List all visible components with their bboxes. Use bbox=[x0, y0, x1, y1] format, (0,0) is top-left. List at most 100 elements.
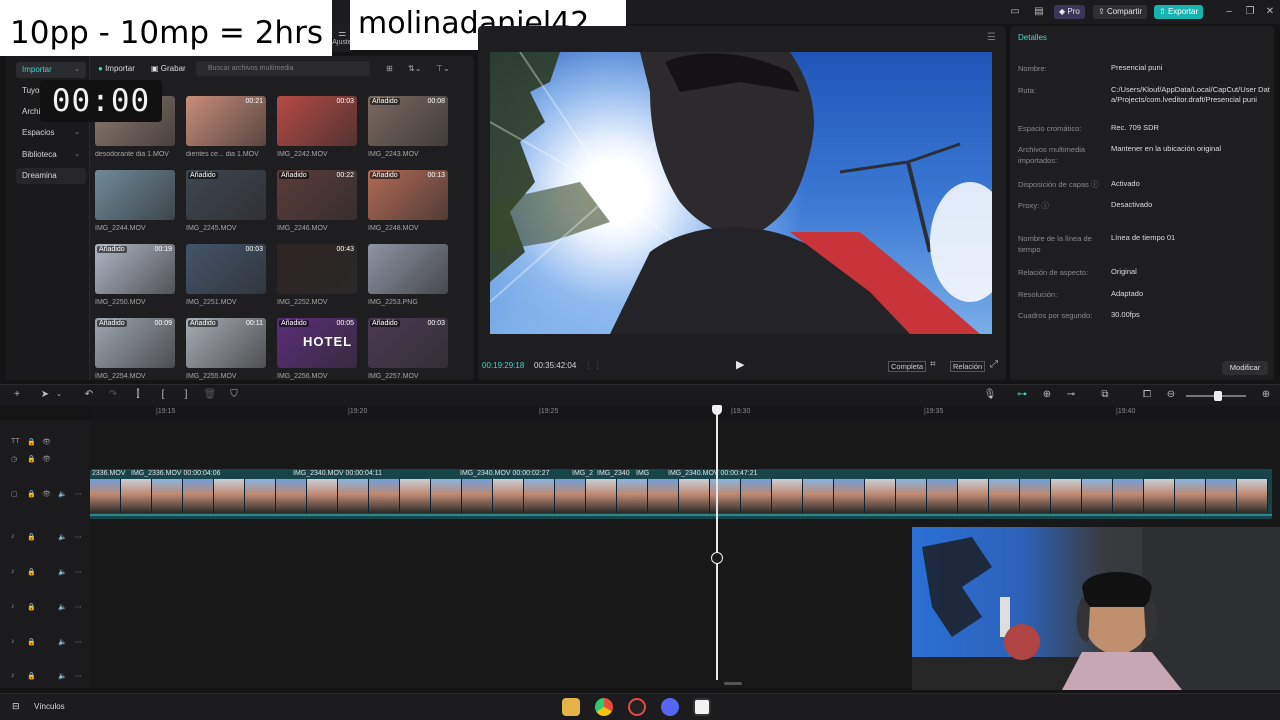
play-icon[interactable]: ▶ bbox=[736, 358, 744, 371]
chain-icon[interactable]: ⊸ bbox=[1064, 388, 1078, 402]
speaker-icon[interactable]: 🔈 bbox=[58, 533, 67, 541]
media-tile[interactable]: Añadido 00:03 IMG_2257.MOV bbox=[368, 318, 448, 380]
clip-label[interactable]: IMG bbox=[636, 470, 649, 477]
time-ruler[interactable] bbox=[90, 406, 1280, 420]
restore-icon[interactable]: ❐ bbox=[1243, 5, 1257, 19]
lock-icon[interactable]: 🔒 bbox=[27, 438, 36, 446]
capcut-icon[interactable] bbox=[693, 698, 711, 716]
video-preview[interactable] bbox=[490, 52, 992, 334]
filter-icon[interactable]: ⊤⌄ bbox=[436, 62, 450, 76]
media-tile[interactable]: IMG_2253.PNG bbox=[368, 244, 448, 306]
clip-label[interactable]: IMG_2340.MOV 00:00:02:27 bbox=[460, 470, 550, 477]
layout-icon[interactable]: ▭ bbox=[1008, 5, 1022, 19]
media-tile[interactable]: Añadido 00:09 IMG_2254.MOV bbox=[95, 318, 175, 380]
clip-label[interactable]: IMG_2340.MOV 00:00:04:11 bbox=[293, 470, 382, 477]
zoom-in-icon[interactable]: ⊕ bbox=[1259, 388, 1273, 402]
obs-icon[interactable] bbox=[628, 698, 646, 716]
clip-label[interactable]: IMG_2340 bbox=[597, 470, 630, 477]
media-tile[interactable]: 00:03 IMG_2242.MOV bbox=[277, 96, 357, 158]
media-tile[interactable]: Añadido 00:13 IMG_2248.MOV bbox=[368, 170, 448, 232]
adjust-button[interactable]: ⚌ Ajuste bbox=[332, 24, 352, 52]
zoom-slider-handle[interactable] bbox=[1214, 391, 1222, 401]
clip-label[interactable]: IMG_2340.MOV 00:00:47:21 bbox=[668, 470, 758, 477]
media-tile[interactable]: IMG_2244.MOV bbox=[95, 170, 175, 232]
media-tile[interactable]: Añadido 00:19 IMG_2250.MOV bbox=[95, 244, 175, 306]
undo-icon[interactable]: ↶ bbox=[82, 388, 96, 402]
share-button[interactable]: ⇪ Compartir bbox=[1093, 5, 1148, 19]
media-tile[interactable]: Añadido 00:11 IMG_2255.MOV bbox=[186, 318, 266, 380]
clip-label[interactable]: 2336.MOV bbox=[92, 470, 125, 477]
speaker-icon[interactable]: 🔈 bbox=[58, 490, 67, 498]
select-tool-icon[interactable]: ➤ bbox=[38, 388, 52, 402]
lock-icon[interactable]: 🔒 bbox=[27, 455, 36, 463]
scrollbar[interactable] bbox=[724, 682, 742, 685]
lock-icon[interactable]: 🔒 bbox=[27, 638, 36, 646]
menu-icon[interactable]: ☰ bbox=[987, 32, 996, 43]
marker-icon[interactable]: ⛉ bbox=[227, 388, 241, 402]
link-icon[interactable]: ⊶ bbox=[1015, 388, 1029, 402]
ratio-button[interactable]: Relación bbox=[950, 361, 986, 372]
speaker-icon[interactable]: 🔈 bbox=[58, 603, 67, 611]
search-input[interactable]: Buscar archivos multimedia bbox=[196, 61, 370, 76]
links-icon[interactable]: ⊟ bbox=[12, 701, 20, 712]
export-button[interactable]: ⇧ Exportar bbox=[1154, 5, 1204, 19]
add-icon[interactable]: + bbox=[10, 388, 24, 402]
media-tile[interactable]: 00:21 dientes ce... dia 1.MOV bbox=[186, 96, 266, 158]
caption-icon[interactable]: ⧠ bbox=[1140, 388, 1154, 402]
playhead-move-handle[interactable] bbox=[711, 552, 723, 564]
import-button[interactable]: ● Importar bbox=[98, 62, 135, 76]
microphone-icon[interactable]: 🎙 bbox=[983, 388, 997, 402]
zoom-out-icon[interactable]: ⊖ bbox=[1164, 388, 1178, 402]
eye-icon[interactable]: 👁 bbox=[42, 438, 51, 446]
split-icon[interactable]: ⫿ bbox=[131, 388, 145, 402]
record-button[interactable]: ▣ Grabar bbox=[151, 62, 186, 76]
fullscreen-icon[interactable]: ⤢ bbox=[990, 359, 998, 370]
media-tile[interactable]: Añadido 00:08 IMG_2243.MOV bbox=[368, 96, 448, 158]
media-tile[interactable]: HOTEL Añadido 00:05 IMG_2256.MOV bbox=[277, 318, 357, 380]
discord-icon[interactable] bbox=[661, 698, 679, 716]
grid-view-icon[interactable]: ⊞ bbox=[386, 62, 393, 76]
eye-icon[interactable]: 👁 bbox=[42, 490, 51, 498]
more-icon[interactable]: ⋯ bbox=[75, 638, 82, 646]
media-tile[interactable]: Añadido IMG_2245.MOV bbox=[186, 170, 266, 232]
media-tile[interactable]: Añadido 00:22 IMG_2246.MOV bbox=[277, 170, 357, 232]
more-icon[interactable]: ⋯ bbox=[75, 490, 82, 498]
trim-right-icon[interactable]: ] bbox=[179, 388, 193, 402]
speaker-icon[interactable]: 🔈 bbox=[58, 568, 67, 576]
clip-label[interactable]: IMG_2 bbox=[572, 470, 593, 477]
file-explorer-icon[interactable] bbox=[562, 698, 580, 716]
more-icon[interactable]: ⋯ bbox=[75, 603, 82, 611]
sort-icon[interactable]: ⇅⌄ bbox=[408, 62, 421, 76]
modify-button[interactable]: Modificar bbox=[1222, 361, 1268, 375]
crop-icon[interactable]: ⌗ bbox=[930, 359, 936, 370]
redo-icon[interactable]: ↷ bbox=[106, 388, 120, 402]
speaker-icon[interactable]: 🔈 bbox=[58, 672, 67, 680]
lock-icon[interactable]: 🔒 bbox=[27, 568, 36, 576]
clip-label[interactable]: IMG_2336.MOV 00:00:04:06 bbox=[131, 470, 221, 477]
close-icon[interactable]: ✕ bbox=[1263, 5, 1277, 19]
playhead-handle[interactable] bbox=[712, 405, 722, 415]
sidebar-item-library[interactable]: Biblioteca ⌄ bbox=[16, 147, 86, 163]
snap-icon[interactable]: ⊕ bbox=[1040, 388, 1054, 402]
eye-icon[interactable]: 👁 bbox=[42, 455, 51, 463]
taskbar-links-label[interactable]: Vínculos bbox=[34, 702, 65, 711]
chevron-down-icon[interactable]: ⌄ bbox=[52, 388, 66, 402]
full-button[interactable]: Completa bbox=[888, 361, 927, 372]
sidebar-item-import[interactable]: Importar ⌄ bbox=[16, 62, 86, 78]
lock-icon[interactable]: 🔒 bbox=[27, 533, 36, 541]
speaker-icon[interactable]: 🔈 bbox=[58, 638, 67, 646]
timeline-icon[interactable]: ⋮⋮ bbox=[584, 360, 602, 371]
lock-icon[interactable]: 🔒 bbox=[27, 490, 36, 498]
lock-icon[interactable]: 🔒 bbox=[27, 603, 36, 611]
sidebar-item-spaces[interactable]: Espacios ⌄ bbox=[16, 125, 86, 141]
trim-left-icon[interactable]: [ bbox=[156, 388, 170, 402]
more-icon[interactable]: ⋯ bbox=[75, 533, 82, 541]
panel-icon[interactable]: ▤ bbox=[1032, 5, 1046, 19]
pro-button[interactable]: ◆ Pro bbox=[1054, 5, 1085, 19]
chrome-icon[interactable] bbox=[595, 698, 613, 716]
media-tile[interactable]: 00:43 IMG_2252.MOV bbox=[277, 244, 357, 306]
more-icon[interactable]: ⋯ bbox=[75, 672, 82, 680]
playhead[interactable] bbox=[716, 408, 718, 680]
media-tile[interactable]: 00:03 IMG_2251.MOV bbox=[186, 244, 266, 306]
more-icon[interactable]: ⋯ bbox=[75, 568, 82, 576]
